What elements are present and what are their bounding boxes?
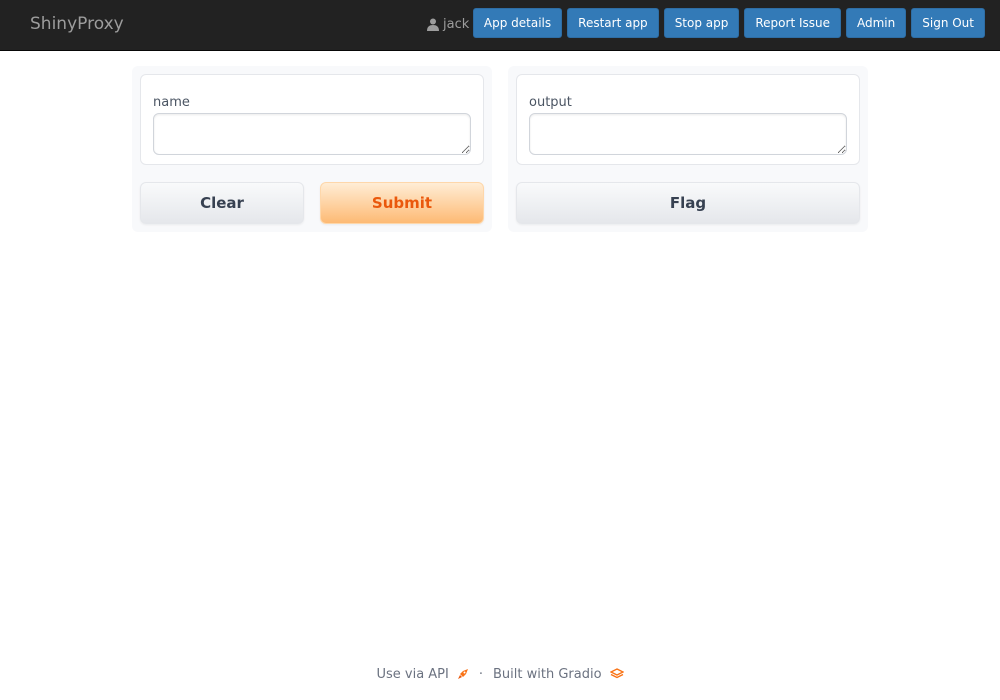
user-icon	[427, 18, 439, 31]
top-navbar: ShinyProxy jack App details Restart app …	[0, 0, 1000, 51]
name-label: name	[153, 95, 190, 110]
output-label: output	[529, 95, 572, 110]
use-via-api-link[interactable]: Use via API	[376, 667, 468, 682]
footer: Use via API · Built with Gradio	[0, 662, 1000, 686]
app-details-button[interactable]: App details	[472, 8, 563, 38]
use-via-api-label: Use via API	[376, 666, 449, 682]
name-input[interactable]	[153, 113, 471, 155]
input-panel: name Clear Submit	[132, 66, 492, 232]
output-panel: output Flag	[508, 66, 868, 232]
stop-app-button[interactable]: Stop app	[663, 8, 740, 38]
rocket-icon	[457, 669, 468, 679]
sign-out-button[interactable]: Sign Out	[911, 8, 985, 38]
username: jack	[443, 17, 470, 32]
flag-button[interactable]: Flag	[516, 182, 860, 224]
name-field-box: name	[140, 74, 484, 165]
output-field-box: output	[516, 74, 860, 165]
submit-button[interactable]: Submit	[320, 182, 484, 224]
footer-separator: ·	[478, 666, 483, 682]
gradio-logo-icon	[609, 668, 624, 679]
clear-button[interactable]: Clear	[140, 182, 304, 224]
output-textbox[interactable]	[529, 113, 847, 155]
built-with-gradio-label: Built with Gradio	[493, 666, 602, 682]
admin-button[interactable]: Admin	[846, 8, 907, 38]
restart-app-button[interactable]: Restart app	[567, 8, 659, 38]
report-issue-button[interactable]: Report Issue	[744, 8, 841, 38]
user-menu[interactable]: jack	[427, 17, 469, 32]
brand-link[interactable]: ShinyProxy	[30, 14, 124, 34]
built-with-gradio-link[interactable]: Built with Gradio	[493, 667, 624, 682]
nav-button-group: App details Restart app Stop app Report …	[472, 8, 985, 38]
